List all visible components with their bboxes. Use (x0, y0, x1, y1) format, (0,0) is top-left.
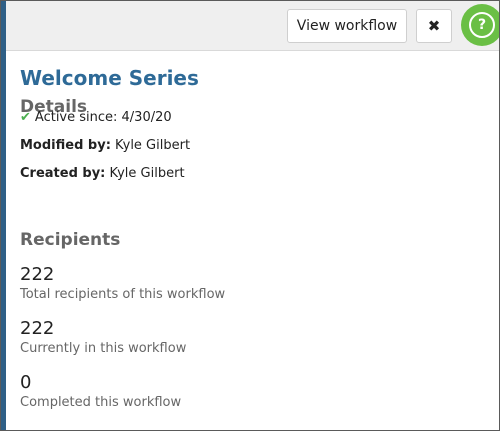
view-workflow-button[interactable]: View workflow (287, 9, 407, 43)
check-icon: ✔ (20, 110, 31, 125)
panel-accent-bar (1, 1, 6, 430)
active-since: ✔ Active since: 4/30/20 (20, 104, 190, 132)
help-button[interactable]: ? (461, 4, 499, 46)
stat-value: 222 (20, 264, 55, 285)
stat-label: Completed this workflow (20, 395, 182, 410)
recipients-heading: Recipients (20, 230, 121, 250)
stat-value: 222 (20, 318, 55, 339)
active-since-text: Active since: 4/30/20 (34, 110, 172, 125)
stat-value: 0 (20, 372, 32, 393)
stat-label: Total recipients of this workflow (20, 287, 226, 302)
created-by-label: Created by: (20, 166, 106, 181)
created-by: Created by: Kyle Gilbert (20, 160, 190, 188)
modified-by-label: Modified by: (20, 138, 111, 153)
details-section: ✔ Active since: 4/30/20 Modified by: Kyle… (20, 104, 190, 188)
modified-by: Modified by: Kyle Gilbert (20, 132, 190, 160)
stat-currently-in: 222 Currently in this workflow (20, 318, 186, 358)
stat-total-recipients: 222 Total recipients of this workflow (20, 264, 225, 304)
stat-label: Currently in this workflow (20, 341, 187, 356)
panel-toolbar: View workflow ✖ (6, 1, 499, 51)
modified-by-value: Kyle Gilbert (115, 138, 191, 153)
close-icon: ✖ (427, 17, 441, 35)
workflow-title[interactable]: Welcome Series (20, 61, 489, 95)
workflow-panel: View workflow ✖ ? Welcome Series Details… (0, 0, 500, 431)
help-icon: ? (469, 12, 495, 38)
close-button[interactable]: ✖ (416, 9, 452, 43)
created-by-value: Kyle Gilbert (109, 166, 185, 181)
stat-completed: 0 Completed this workflow (20, 372, 181, 412)
